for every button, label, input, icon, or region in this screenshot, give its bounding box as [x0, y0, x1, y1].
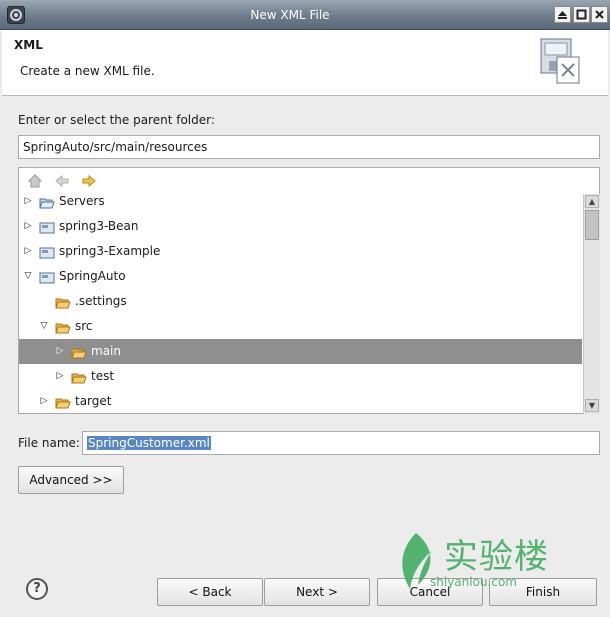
- collapse-icon[interactable]: ▽: [22, 264, 34, 289]
- project-icon: [39, 269, 55, 284]
- forward-arrow-icon[interactable]: [81, 173, 97, 189]
- expand-icon[interactable]: ▷: [22, 214, 34, 239]
- parent-folder-label: Enter or select the parent folder:: [18, 113, 215, 127]
- cancel-button[interactable]: Cancel: [377, 578, 483, 606]
- xml-file-banner-icon: [535, 35, 587, 87]
- collapse-icon[interactable]: ▽: [38, 314, 50, 339]
- scrollbar-thumb[interactable]: [585, 210, 599, 240]
- wizard-body: Enter or select the parent folder: Sprin…: [2, 97, 608, 617]
- maximize-button[interactable]: [573, 6, 590, 23]
- tree-item-main[interactable]: ▷ main: [19, 339, 582, 364]
- tree-item-label: src: [75, 319, 93, 333]
- expand-icon[interactable]: ▷: [54, 364, 66, 389]
- expand-icon[interactable]: ▷: [22, 189, 34, 214]
- folder-open-icon: [39, 194, 55, 209]
- tree-item-springauto[interactable]: ▽ SpringAuto: [19, 264, 582, 289]
- close-button[interactable]: [591, 6, 608, 23]
- tree-item-spring3-bean[interactable]: ▷ spring3-Bean: [19, 214, 582, 239]
- scroll-down-icon[interactable]: ▼: [585, 399, 599, 412]
- advanced-button[interactable]: Advanced >>: [18, 466, 124, 494]
- back-arrow-icon[interactable]: [54, 173, 70, 189]
- wizard-description: Create a new XML file.: [20, 64, 155, 78]
- window-titlebar[interactable]: New XML File: [0, 0, 610, 30]
- next-button[interactable]: Next >: [264, 578, 370, 606]
- tree-item-label: test: [91, 369, 115, 383]
- shade-icon: [558, 11, 567, 19]
- shade-button[interactable]: [554, 6, 571, 23]
- tree-item-label: spring3-Bean: [59, 219, 139, 233]
- tree-item-spring3-example[interactable]: ▷ spring3-Example: [19, 239, 582, 264]
- tree-item-settings[interactable]: .settings: [19, 289, 582, 314]
- file-name-input[interactable]: SpringCustomer.xml: [82, 431, 600, 455]
- scroll-up-icon[interactable]: ▲: [585, 195, 599, 208]
- file-name-label: File name:: [18, 436, 80, 450]
- expand-icon[interactable]: ▷: [22, 239, 34, 264]
- close-icon: [595, 10, 604, 19]
- tree-item-label: Servers: [59, 194, 105, 208]
- parent-folder-input[interactable]: SpringAuto/src/main/resources: [18, 135, 600, 159]
- tree-item-label: main: [91, 344, 121, 358]
- file-name-value: SpringCustomer.xml: [87, 436, 211, 450]
- tree-item-label: .settings: [75, 294, 127, 308]
- project-icon: [39, 244, 55, 259]
- project-icon: [39, 219, 55, 234]
- folder-icon: [55, 319, 71, 334]
- tree-item-label: target: [75, 394, 112, 408]
- folder-icon: [55, 394, 71, 409]
- back-button[interactable]: < Back: [157, 578, 263, 606]
- help-icon[interactable]: ?: [26, 578, 48, 600]
- folder-icon: [55, 294, 71, 309]
- tree-item-target[interactable]: ▷ target: [19, 389, 582, 414]
- tree-item-label: spring3-Example: [59, 244, 161, 258]
- tree-scrollbar[interactable]: ▲ ▼: [583, 194, 600, 414]
- finish-button[interactable]: Finish: [489, 578, 597, 606]
- folder-tree[interactable]: ▷ Servers ▷ spring3-Bean ▷ spring3-Examp…: [18, 167, 600, 414]
- wizard-header: XML Create a new XML file.: [2, 30, 608, 96]
- tree-item-label: SpringAuto: [59, 269, 126, 283]
- wizard-title: XML: [14, 38, 43, 52]
- expand-icon[interactable]: ▷: [38, 389, 50, 414]
- tree-item-servers[interactable]: ▷ Servers: [19, 189, 582, 214]
- tree-item-src[interactable]: ▽ src: [19, 314, 582, 339]
- home-icon[interactable]: [27, 173, 43, 189]
- watermark-brand: 实验楼: [444, 537, 549, 577]
- maximize-icon: [576, 9, 587, 20]
- folder-icon: [71, 369, 87, 384]
- window-title: New XML File: [250, 8, 330, 22]
- expand-icon[interactable]: ▷: [54, 339, 66, 364]
- folder-icon: [71, 344, 87, 359]
- tree-item-test[interactable]: ▷ test: [19, 364, 582, 389]
